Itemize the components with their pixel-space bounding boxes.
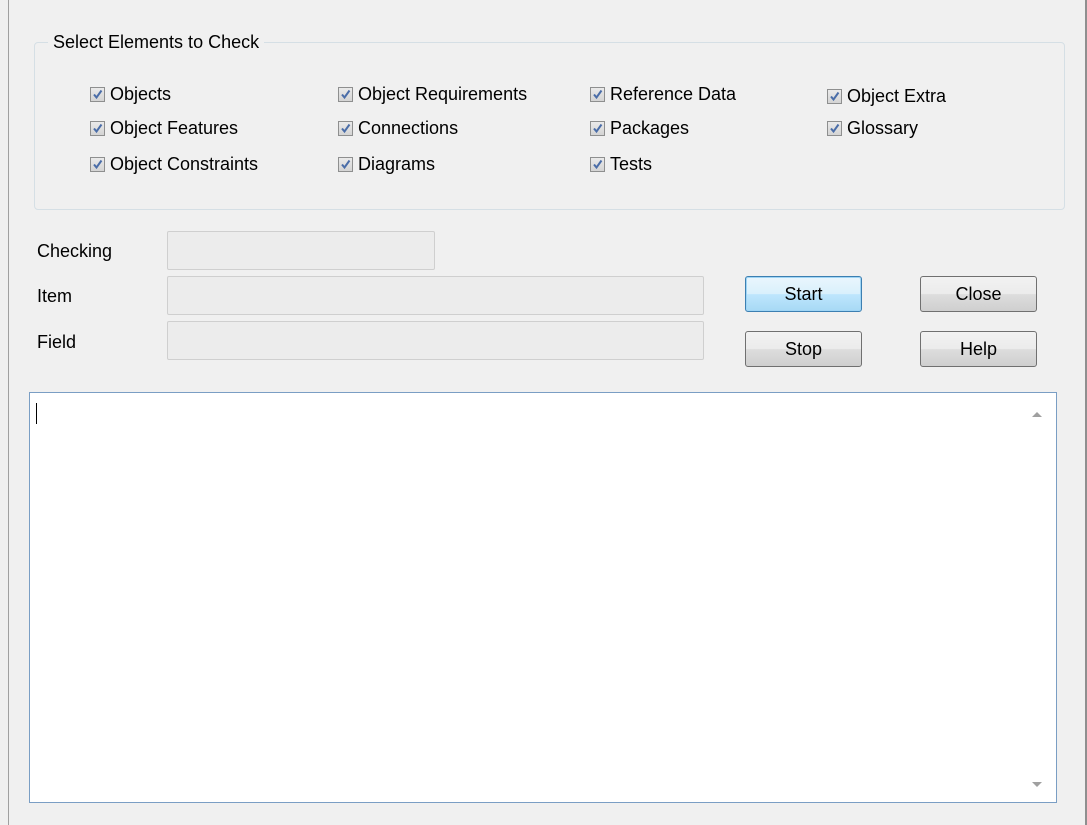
check-icon	[590, 120, 605, 136]
checkbox-packages[interactable]: Packages	[590, 116, 689, 140]
checkbox-label: Reference Data	[610, 83, 737, 104]
checkbox-objects[interactable]: Objects	[90, 82, 171, 106]
check-icon	[590, 156, 605, 172]
results-textarea[interactable]	[29, 392, 1057, 803]
close-button[interactable]: Close	[920, 276, 1037, 312]
check-icon	[338, 120, 353, 136]
checkbox-label: Tests	[610, 153, 653, 174]
help-button[interactable]: Help	[920, 331, 1037, 367]
checkbox-glossary[interactable]: Glossary	[827, 116, 918, 140]
checkbox-object-requirements[interactable]: Object Requirements	[338, 82, 527, 106]
check-icon	[90, 120, 105, 136]
checkbox-label: Packages	[610, 117, 690, 138]
checking-field	[167, 231, 435, 270]
start-button[interactable]: Start	[745, 276, 862, 312]
item-label: Item	[37, 286, 73, 306]
stop-button[interactable]: Stop	[745, 331, 862, 367]
check-icon	[90, 86, 105, 102]
checkbox-label: Glossary	[847, 117, 919, 138]
check-icon	[90, 156, 105, 172]
checkbox-connections[interactable]: Connections	[338, 116, 458, 140]
checkbox-object-features[interactable]: Object Features	[90, 116, 238, 140]
checkbox-object-constraints[interactable]: Object Constraints	[90, 152, 258, 176]
text-caret	[36, 403, 37, 424]
groupbox-title: Select Elements to Check	[48, 30, 265, 54]
field-label: Field	[37, 332, 77, 352]
check-icon	[827, 88, 842, 104]
check-icon	[827, 120, 842, 136]
checkbox-label: Object Extra	[847, 85, 947, 106]
checkbox-label: Object Features	[110, 117, 239, 138]
item-field	[167, 276, 704, 315]
checkbox-label: Objects	[110, 83, 172, 104]
check-icon	[338, 86, 353, 102]
checkbox-label: Object Requirements	[358, 83, 528, 104]
checkbox-reference-data[interactable]: Reference Data	[590, 82, 736, 106]
scroll-down-arrow-icon[interactable]	[1032, 782, 1042, 787]
checkbox-tests[interactable]: Tests	[590, 152, 652, 176]
checkbox-diagrams[interactable]: Diagrams	[338, 152, 435, 176]
checkbox-object-extra[interactable]: Object Extra	[827, 84, 946, 108]
checking-label: Checking	[37, 241, 113, 261]
check-icon	[338, 156, 353, 172]
field-field	[167, 321, 704, 360]
window-left-edge	[8, 0, 9, 825]
checkbox-label: Connections	[358, 117, 459, 138]
checkbox-label: Diagrams	[358, 153, 436, 174]
scroll-up-arrow-icon[interactable]	[1032, 412, 1042, 417]
check-icon	[590, 86, 605, 102]
checkbox-label: Object Constraints	[110, 153, 259, 174]
